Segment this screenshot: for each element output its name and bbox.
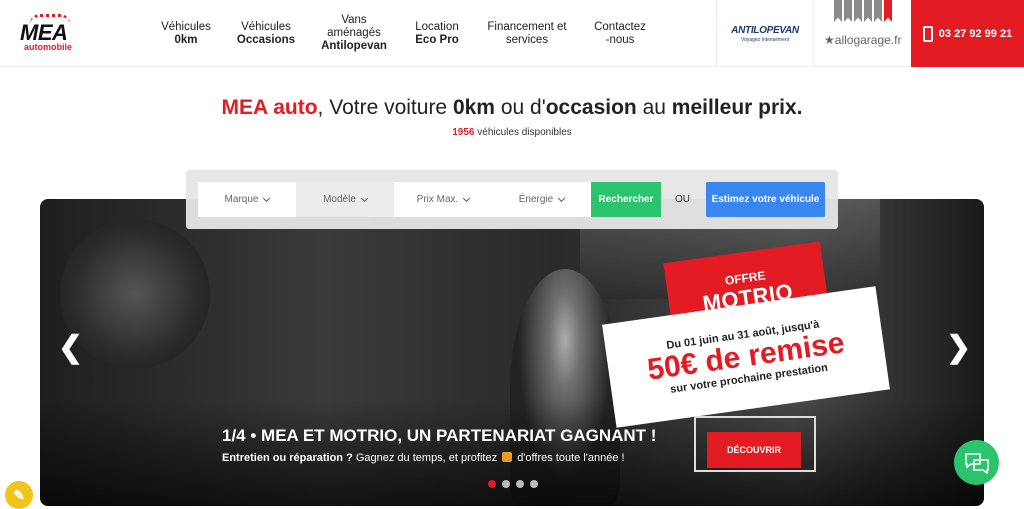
arrow-left-icon[interactable]: ❮ (58, 333, 83, 363)
slider-dot-3[interactable] (516, 480, 524, 488)
phone-button[interactable]: 03 27 92 99 21 (911, 0, 1024, 67)
accessibility-icon: ✎ (13, 486, 25, 503)
ribbon-icon (844, 0, 852, 22)
nav-location-eco-pro[interactable]: Location Eco Pro (408, 0, 466, 67)
ribbon-icon (854, 0, 862, 22)
ribbon-icon (864, 0, 872, 22)
nav-contact[interactable]: Contactez -nous (588, 0, 652, 67)
slider-dots (488, 480, 538, 488)
vehicle-count: 1956 véhicules disponibles (452, 127, 572, 138)
discover-button[interactable]: DÉCOUVRIR (707, 432, 801, 468)
award-ribbons (834, 0, 892, 22)
nav-financement[interactable]: Financement et services (482, 0, 572, 67)
energy-select[interactable]: Énergie (492, 182, 591, 217)
slide-subtitle: Entretien ou réparation ? Gagnez du temp… (222, 452, 625, 464)
chevron-down-icon (360, 194, 368, 202)
phone-icon (922, 25, 933, 42)
accessibility-button[interactable]: ✎ (5, 481, 33, 509)
or-label: OU (675, 194, 690, 205)
ribbon-icon (834, 0, 842, 22)
ribbon-icon (884, 0, 892, 22)
slider-dot-2[interactable] (502, 480, 510, 488)
site-header: MEA automobile Véhicules 0km Véhicules O… (0, 0, 1024, 67)
model-select[interactable]: Modèle (296, 182, 394, 217)
nav-vehicules-0km[interactable]: Véhicules 0km (156, 0, 216, 67)
allogarage-text: ★allogarage.fr (824, 33, 902, 47)
allogarage-logo[interactable]: ★allogarage.fr (813, 0, 911, 67)
nav-vans-amenages[interactable]: Vans aménagés Antilopevan (316, 0, 392, 67)
nav-vehicules-occasions[interactable]: Véhicules Occasions (234, 0, 298, 67)
max-price-select[interactable]: Prix Max. (394, 182, 492, 217)
chat-icon (964, 452, 989, 474)
slide-title: 1/4 • MEA ET MOTRIO, UN PARTENARIAT GAGN… (222, 426, 657, 445)
chat-button[interactable] (954, 440, 999, 485)
chevron-down-icon (463, 194, 471, 202)
vehicle-search-bar: Marque Modèle Prix Max. Énergie Recherch… (186, 170, 838, 229)
hero-slider: OFFRE MOTRIO Du 01 juin au 31 août, jusq… (40, 199, 984, 506)
chevron-down-icon (558, 194, 566, 202)
search-button[interactable]: Rechercher (591, 182, 661, 217)
gift-icon (502, 452, 513, 462)
slider-dot-1[interactable] (488, 480, 496, 488)
chevron-down-icon (263, 194, 271, 202)
slider-dot-4[interactable] (530, 480, 538, 488)
page-title: MEA auto, Votre voiture 0km ou d'occasio… (221, 96, 803, 119)
antilopevan-logo[interactable]: ANTILOPEVAN Voyagez Intensément (716, 0, 813, 67)
phone-number: 03 27 92 99 21 (938, 27, 1013, 40)
ribbon-icon (874, 0, 882, 22)
mea-logo[interactable]: MEA automobile (18, 14, 88, 54)
brand-select[interactable]: Marque (198, 182, 296, 217)
arrow-right-icon[interactable]: ❯ (946, 333, 971, 363)
estimate-vehicle-button[interactable]: Estimez votre véhicule (706, 182, 825, 217)
logo-sub: automobile (24, 42, 73, 52)
